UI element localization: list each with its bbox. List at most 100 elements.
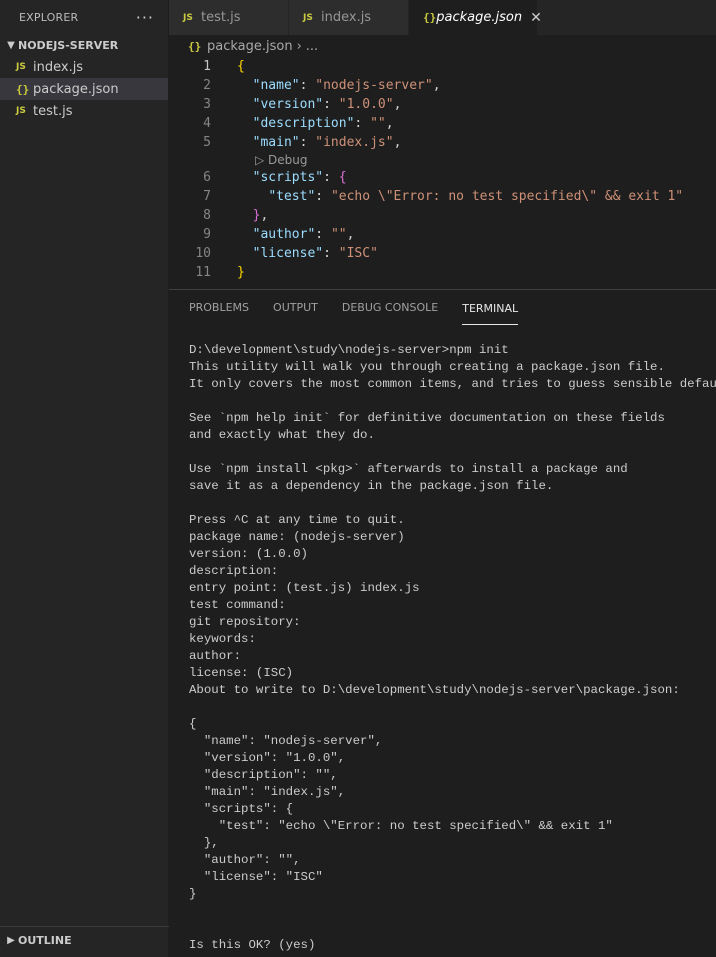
more-actions-icon[interactable]: ···	[136, 8, 154, 27]
terminal-line: },	[189, 836, 219, 850]
code-line: 6 "scripts": {	[169, 168, 716, 187]
json-key: "name"	[252, 78, 300, 93]
json-value: "ISC"	[338, 246, 378, 261]
line-number: 1	[203, 59, 211, 74]
terminal-line: "license": "ISC"	[189, 870, 323, 884]
terminal-line: Is this OK? (yes)	[189, 938, 316, 952]
terminal-line: "description": "",	[189, 768, 338, 782]
terminal-line: {	[189, 717, 197, 731]
line-number: 10	[195, 246, 211, 261]
line-number: 2	[203, 78, 211, 93]
json-brace: {	[237, 59, 245, 74]
code-line: 4 "description": "",	[169, 114, 716, 133]
javascript-file-icon: JS	[183, 12, 193, 23]
terminal-output[interactable]: D:\development\study\nodejs-server>npm i…	[189, 342, 716, 954]
terminal-line: "main": "index.js",	[189, 785, 346, 799]
outline-section-header[interactable]: ▶ OUTLINE	[0, 926, 173, 951]
bottom-panel: PROBLEMS OUTPUT DEBUG CONSOLE TERMINAL D…	[169, 289, 716, 957]
json-file-icon: {}	[16, 82, 30, 96]
terminal-line: Use `npm install <pkg>` afterwards to in…	[189, 462, 628, 476]
tab-label: index.js	[321, 10, 372, 25]
code-line: 3 "version": "1.0.0",	[169, 95, 716, 114]
codelens-debug[interactable]: ▷ Debug	[169, 152, 716, 168]
json-value: "nodejs-server"	[315, 78, 433, 93]
terminal-line: version: (1.0.0)	[189, 547, 308, 561]
json-key: "scripts"	[252, 170, 324, 185]
terminal-line: This utility will walk you through creat…	[189, 360, 665, 374]
code-line: 9 "author": "",	[169, 225, 716, 244]
json-key: "author"	[252, 227, 316, 242]
terminal-line: entry point: (test.js) index.js	[189, 581, 420, 595]
line-number: 4	[203, 116, 211, 131]
code-editor[interactable]: 1 { 2 "name": "nodejs-server", 3 "versio…	[169, 57, 716, 289]
json-value: ""	[370, 116, 386, 131]
terminal-line: Press ^C at any time to quit.	[189, 513, 405, 527]
json-file-icon: {}	[188, 39, 202, 53]
javascript-file-icon: JS	[16, 106, 26, 116]
terminal-line: "name": "nodejs-server",	[189, 734, 383, 748]
terminal-line: git repository:	[189, 615, 301, 629]
explorer-title: EXPLORER	[19, 10, 79, 24]
javascript-file-icon: JS	[16, 62, 26, 72]
javascript-file-icon: JS	[303, 12, 313, 23]
code-line: 5 "main": "index.js",	[169, 133, 716, 152]
json-value: "echo \"Error: no test specified\" && ex…	[330, 189, 684, 204]
tab-output[interactable]: OUTPUT	[273, 290, 318, 325]
terminal-line: test command:	[189, 598, 286, 612]
terminal-line: See `npm help init` for definitive docum…	[189, 411, 665, 425]
terminal-line: keywords:	[189, 632, 256, 646]
terminal-line: license: (ISC)	[189, 666, 294, 680]
tab-label: test.js	[201, 10, 241, 25]
json-brace: {	[338, 170, 347, 185]
terminal-line: D:\development\study\nodejs-server>npm i…	[189, 343, 509, 357]
tab-problems[interactable]: PROBLEMS	[189, 290, 249, 325]
editor-tab-bar: JS test.js JS index.js {} package.json ✕	[169, 0, 716, 35]
tab-debug-console[interactable]: DEBUG CONSOLE	[342, 290, 438, 325]
line-number: 7	[203, 189, 211, 204]
breadcrumb-file[interactable]: package.json	[207, 39, 293, 54]
file-item-test-js[interactable]: JS test.js	[0, 100, 168, 122]
debug-link[interactable]: Debug	[268, 153, 307, 167]
play-icon: ▷	[255, 153, 269, 167]
line-number: 8	[203, 208, 211, 223]
terminal-line: About to write to D:\development\study\n…	[189, 683, 680, 697]
terminal-line: and exactly what they do.	[189, 428, 375, 442]
close-icon[interactable]: ✕	[530, 10, 542, 26]
code-line: 7 "test": "echo \"Error: no test specifi…	[169, 187, 716, 206]
panel-tab-bar: PROBLEMS OUTPUT DEBUG CONSOLE TERMINAL	[169, 290, 716, 325]
tab-test-js[interactable]: JS test.js	[169, 0, 289, 35]
terminal-line: package name: (nodejs-server)	[189, 530, 405, 544]
json-value: "1.0.0"	[338, 97, 394, 112]
terminal-line: It only covers the most common items, an…	[189, 377, 716, 391]
line-number: 3	[203, 97, 211, 112]
json-key: "test"	[268, 189, 316, 204]
json-value: "index.js"	[315, 135, 394, 150]
json-key: "main"	[252, 135, 300, 150]
terminal-line: description:	[189, 564, 279, 578]
tab-index-js[interactable]: JS index.js	[289, 0, 409, 35]
chevron-right-icon: ▶	[7, 934, 15, 946]
tab-terminal[interactable]: TERMINAL	[462, 292, 519, 325]
folder-header[interactable]: ▼ NODEJS-SERVER	[0, 34, 168, 56]
file-item-index-js[interactable]: JS index.js	[0, 56, 168, 78]
line-number: 5	[203, 135, 211, 150]
chevron-down-icon: ▼	[7, 39, 15, 51]
terminal-line: "scripts": {	[189, 802, 294, 816]
code-line: 1 {	[169, 57, 716, 76]
json-value: ""	[330, 227, 347, 242]
tab-package-json[interactable]: {} package.json ✕	[409, 0, 542, 35]
line-number: 9	[203, 227, 211, 242]
file-name: index.js	[33, 59, 84, 75]
explorer-header: EXPLORER ···	[0, 0, 168, 34]
json-key: "license"	[252, 246, 324, 261]
json-file-icon: {}	[423, 11, 437, 24]
breadcrumb-symbols[interactable]: ...	[306, 39, 318, 54]
code-line: 10 "license": "ISC"	[169, 244, 716, 263]
json-key: "version"	[252, 97, 324, 112]
terminal-line: author:	[189, 649, 242, 663]
line-number: 11	[195, 265, 211, 280]
file-item-package-json[interactable]: {} package.json	[0, 78, 168, 100]
